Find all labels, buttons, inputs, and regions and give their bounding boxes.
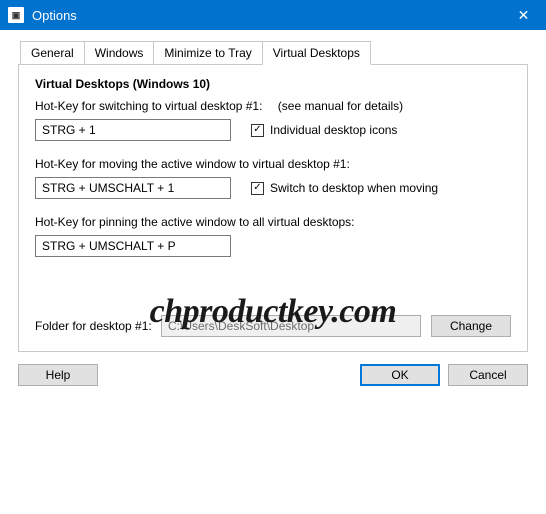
pin-hotkey-input[interactable] bbox=[35, 235, 231, 257]
move-hotkey-label: Hot-Key for moving the active window to … bbox=[35, 157, 511, 171]
switch-when-moving-label: Switch to desktop when moving bbox=[270, 181, 438, 195]
switch-hotkey-hint: (see manual for details) bbox=[278, 99, 403, 113]
folder-label: Folder for desktop #1: bbox=[35, 319, 161, 333]
switch-when-moving-checkbox-wrap[interactable]: ✓ Switch to desktop when moving bbox=[251, 181, 438, 195]
tab-general[interactable]: General bbox=[20, 41, 85, 65]
move-hotkey-input[interactable] bbox=[35, 177, 231, 199]
ok-button[interactable]: OK bbox=[360, 364, 440, 386]
window-body: General Windows Minimize to Tray Virtual… bbox=[0, 30, 546, 400]
folder-input bbox=[161, 315, 421, 337]
switch-when-moving-checkbox[interactable]: ✓ bbox=[251, 182, 264, 195]
section-heading: Virtual Desktops (Windows 10) bbox=[35, 77, 511, 91]
individual-icons-label: Individual desktop icons bbox=[270, 123, 397, 137]
tab-windows[interactable]: Windows bbox=[84, 41, 155, 65]
change-button[interactable]: Change bbox=[431, 315, 511, 337]
individual-icons-checkbox-wrap[interactable]: ✓ Individual desktop icons bbox=[251, 123, 397, 137]
cancel-button[interactable]: Cancel bbox=[448, 364, 528, 386]
tab-minimize-to-tray[interactable]: Minimize to Tray bbox=[153, 41, 262, 65]
help-button[interactable]: Help bbox=[18, 364, 98, 386]
switch-hotkey-label: Hot-Key for switching to virtual desktop… bbox=[35, 99, 262, 113]
titlebar: ▣ Options ✕ bbox=[0, 0, 546, 30]
app-icon: ▣ bbox=[8, 7, 24, 23]
switch-hotkey-input[interactable] bbox=[35, 119, 231, 141]
pin-hotkey-label: Hot-Key for pinning the active window to… bbox=[35, 215, 511, 229]
close-icon[interactable]: ✕ bbox=[501, 0, 546, 30]
window-title: Options bbox=[32, 8, 501, 23]
tab-strip: General Windows Minimize to Tray Virtual… bbox=[20, 41, 528, 65]
tab-virtual-desktops[interactable]: Virtual Desktops bbox=[262, 41, 371, 65]
tab-panel: Virtual Desktops (Windows 10) Hot-Key fo… bbox=[18, 64, 528, 352]
dialog-buttons: Help OK Cancel bbox=[18, 364, 528, 386]
switch-hotkey-label-row: Hot-Key for switching to virtual desktop… bbox=[35, 99, 511, 113]
individual-icons-checkbox[interactable]: ✓ bbox=[251, 124, 264, 137]
